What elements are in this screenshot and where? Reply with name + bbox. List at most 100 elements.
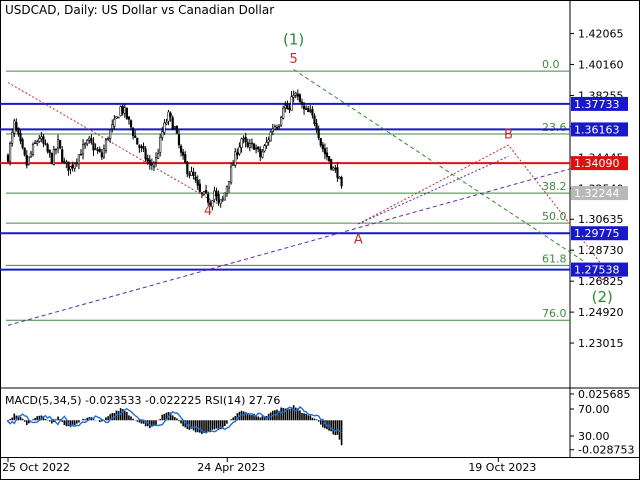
candle-body (252, 143, 256, 150)
candle-body (13, 120, 16, 134)
time-tick-label: 24 Apr 2023 (197, 461, 265, 474)
candle-body (334, 168, 337, 170)
fib-level-label: 50.0 (542, 210, 567, 223)
candle-body (190, 171, 193, 176)
candle-body (244, 136, 247, 143)
candle-body (44, 143, 47, 145)
sub-tick-label: -0.028753 (578, 444, 634, 457)
price-tick-label: 1.24920 (578, 306, 624, 319)
candle-body (8, 143, 12, 162)
candle-body (98, 148, 101, 152)
candle-body (217, 194, 220, 203)
wave-label: B (504, 128, 513, 143)
fib-level-label: 0.0 (542, 58, 560, 71)
candle-body (125, 107, 128, 119)
candle-body (207, 194, 210, 203)
candle-body (86, 139, 89, 145)
price-tick-label: 1.30635 (578, 213, 624, 226)
candle-body (159, 136, 162, 153)
candle-body (25, 155, 28, 166)
candle-body (213, 190, 216, 200)
candle-body (21, 139, 24, 148)
candle-body (40, 136, 43, 140)
candle-body (88, 137, 91, 141)
projection-line (358, 155, 509, 225)
candle-body (315, 123, 318, 129)
candle-body (179, 145, 183, 153)
sub-tick-label: 30.00 (578, 430, 610, 443)
candle-body (284, 105, 287, 109)
candle-body (119, 106, 122, 117)
candle-body (240, 138, 243, 148)
candle-body (94, 148, 97, 150)
candle-body (54, 148, 58, 151)
candle-body (300, 101, 304, 105)
candle-body (38, 138, 41, 142)
candle-body (294, 92, 297, 96)
candle-body (152, 162, 156, 167)
candle-body (161, 131, 164, 138)
candle-body (192, 171, 195, 177)
candle-body (169, 112, 172, 117)
candle-body (319, 138, 322, 146)
candle-body (56, 139, 60, 149)
candle-body (263, 145, 266, 152)
candle-body (221, 198, 224, 201)
candle-body (309, 110, 312, 112)
candle-body (6, 154, 10, 162)
candle-body (236, 152, 239, 156)
candle-body (336, 167, 339, 178)
candle-body (29, 152, 33, 158)
candle-body (229, 166, 233, 184)
candle-body (140, 146, 143, 148)
candle-body (323, 148, 327, 155)
candle-body (250, 142, 254, 145)
candle-body (200, 192, 204, 194)
candle-body (75, 162, 78, 164)
price-tick-label: 1.23015 (578, 337, 624, 350)
candle-body (104, 139, 108, 151)
sub-tick-label: 70.00 (578, 403, 610, 416)
candle-body (115, 116, 118, 119)
candle-body (17, 127, 20, 135)
candle-body (261, 151, 264, 158)
candle-body (117, 116, 120, 119)
level-price-label: 1.37733 (574, 98, 620, 111)
candle-body (163, 122, 166, 133)
candle-body (188, 174, 191, 176)
candle-body (96, 149, 99, 151)
candle-body (175, 125, 178, 134)
candle-body (196, 179, 199, 186)
candle-body (19, 132, 22, 142)
wave-label: (1) (283, 30, 304, 48)
candle-body (61, 149, 64, 162)
candle-body (177, 134, 181, 146)
candle-body (198, 183, 201, 192)
candle-body (327, 156, 331, 161)
time-tick-label: 25 Oct 2022 (2, 461, 70, 474)
candle-body (184, 154, 187, 163)
candle-body (69, 166, 72, 170)
candle-body (202, 191, 206, 195)
candle-body (144, 148, 147, 160)
candle-body (132, 128, 135, 137)
candle-body (338, 176, 341, 180)
candle-body (46, 144, 49, 152)
current-price-label: 1.32244 (574, 187, 620, 200)
candle-body (238, 146, 241, 155)
candle-body (138, 145, 141, 148)
candle-body (134, 135, 137, 138)
candle-body (340, 176, 343, 187)
wave-label: A (354, 232, 363, 247)
candle-body (79, 153, 83, 156)
candle-body (311, 108, 314, 116)
candle-body (194, 176, 197, 181)
candle-body (67, 161, 70, 171)
price-tick-label: 1.28730 (578, 244, 624, 257)
candle-body (90, 138, 93, 143)
candle-body (171, 117, 174, 130)
candle-body (113, 119, 116, 127)
candle-body (305, 108, 308, 110)
candle-body (23, 147, 26, 156)
candle-body (302, 105, 306, 110)
